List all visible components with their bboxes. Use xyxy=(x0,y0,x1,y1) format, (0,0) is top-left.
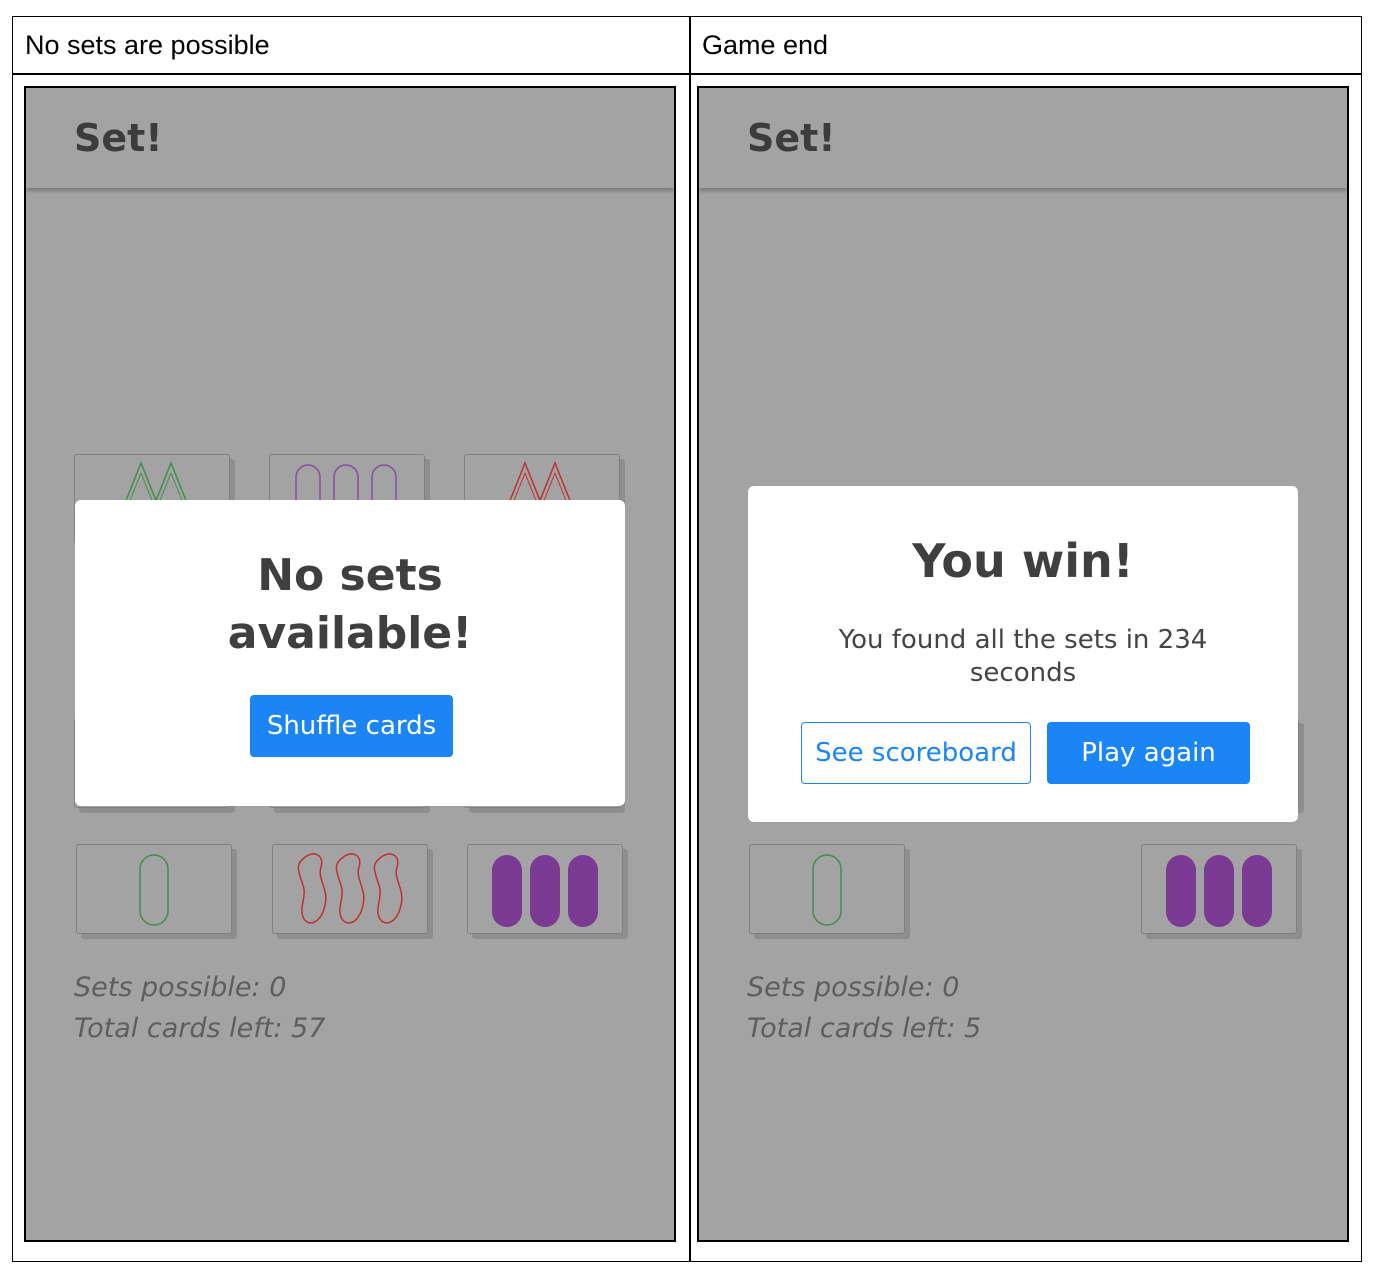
squiggle-icon xyxy=(297,853,403,924)
column-header-game-end: Game end xyxy=(702,29,829,60)
app-bar: Set! xyxy=(26,88,674,188)
card-green-oval[interactable] xyxy=(76,844,232,934)
no-sets-dialog: No sets available! Shuffle cards xyxy=(75,500,625,806)
card-purple-ovals-solid[interactable] xyxy=(467,844,623,934)
dialog-title: You win! xyxy=(912,534,1134,588)
app-bar: Set! xyxy=(699,88,1347,188)
dialog-message-line1: You found all the sets in 234 xyxy=(838,625,1208,655)
shuffle-cards-button[interactable]: Shuffle cards xyxy=(250,695,453,757)
column-header-no-sets: No sets are possible xyxy=(25,29,270,60)
phone-screen-no-sets: Set! Sets possible: 0 Total cards left: … xyxy=(24,86,676,1242)
cards-left-label: Total cards left: 5 xyxy=(747,1013,982,1044)
oval-icon xyxy=(139,854,169,926)
phone-screen-game-end: Set! Sets possible: 0 Total cards left: … xyxy=(697,86,1349,1242)
play-again-button[interactable]: Play again xyxy=(1047,722,1250,784)
dialog-title-line1: No sets xyxy=(257,550,443,601)
app-title: Set! xyxy=(747,116,836,160)
see-scoreboard-button[interactable]: See scoreboard xyxy=(801,722,1031,784)
dialog-message-line2: seconds xyxy=(969,658,1077,688)
card-green-oval[interactable] xyxy=(749,844,905,934)
oval-icon xyxy=(1166,855,1272,927)
header-divider xyxy=(13,73,1361,75)
oval-icon xyxy=(492,855,598,927)
app-title: Set! xyxy=(74,116,163,160)
cards-left-label: Total cards left: 57 xyxy=(74,1013,326,1044)
card-purple-ovals-solid[interactable] xyxy=(1141,844,1297,934)
card-red-squiggles[interactable] xyxy=(272,844,428,934)
sets-possible-label: Sets possible: 0 xyxy=(747,972,960,1003)
sets-possible-label: Sets possible: 0 xyxy=(74,972,287,1003)
oval-icon xyxy=(812,854,842,926)
dialog-title-line2: available! xyxy=(227,608,473,659)
column-divider xyxy=(689,17,691,1261)
win-dialog: You win! You found all the sets in 234 s… xyxy=(748,486,1298,822)
